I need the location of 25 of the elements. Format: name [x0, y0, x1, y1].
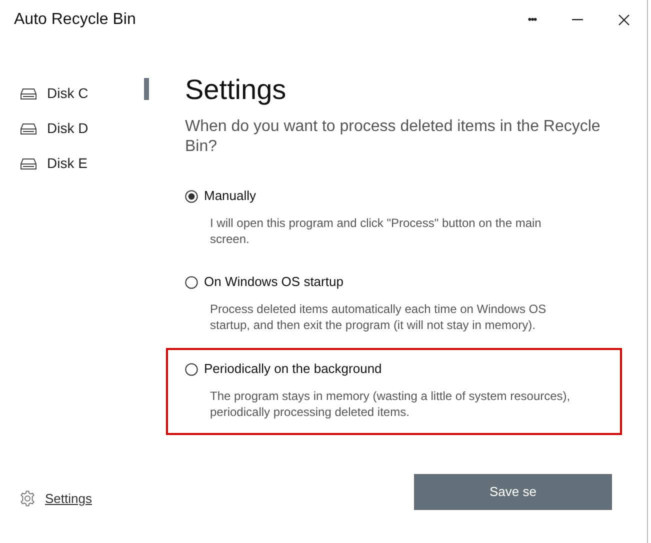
radio-option[interactable]: Periodically on the background [185, 361, 620, 377]
page-heading: Settings [185, 73, 288, 107]
sidebar-indicator [144, 78, 149, 100]
option-description: The program stays in memory (wasting a little of system resources), periodically processing deleted items. [210, 388, 572, 420]
disk-item[interactable]: Disk E [0, 146, 130, 181]
question-text: When do you want to process deleted items in the Recycle Bin? [185, 117, 602, 157]
disk-item[interactable]: Disk D [0, 111, 130, 146]
window-title: Auto Recycle Bin [14, 10, 136, 30]
radio-option[interactable]: Manually [185, 188, 622, 204]
minimize-icon [572, 19, 584, 21]
option-description: Process deleted items automatically each time on Windows OS startup, and then exit the program (it will not stay in memory). [210, 301, 548, 333]
radio-button[interactable] [185, 276, 198, 288]
drive-icon [20, 122, 37, 134]
radio-button[interactable] [185, 190, 198, 202]
disk-item[interactable]: Disk C [0, 76, 130, 111]
radio-button[interactable] [185, 362, 198, 376]
settings-link[interactable]: Settings [19, 489, 92, 508]
drive-icon [20, 158, 37, 170]
close-icon [618, 14, 630, 26]
settings-icon [19, 490, 36, 508]
save-button[interactable]: Save se [414, 474, 612, 510]
option-description: I will open this program and click "Process" button on the main screen. [210, 215, 542, 247]
drive-icon [20, 88, 37, 100]
more-button[interactable]: ••• [509, 2, 555, 38]
radio-option[interactable]: On Windows OS startup [185, 274, 622, 290]
